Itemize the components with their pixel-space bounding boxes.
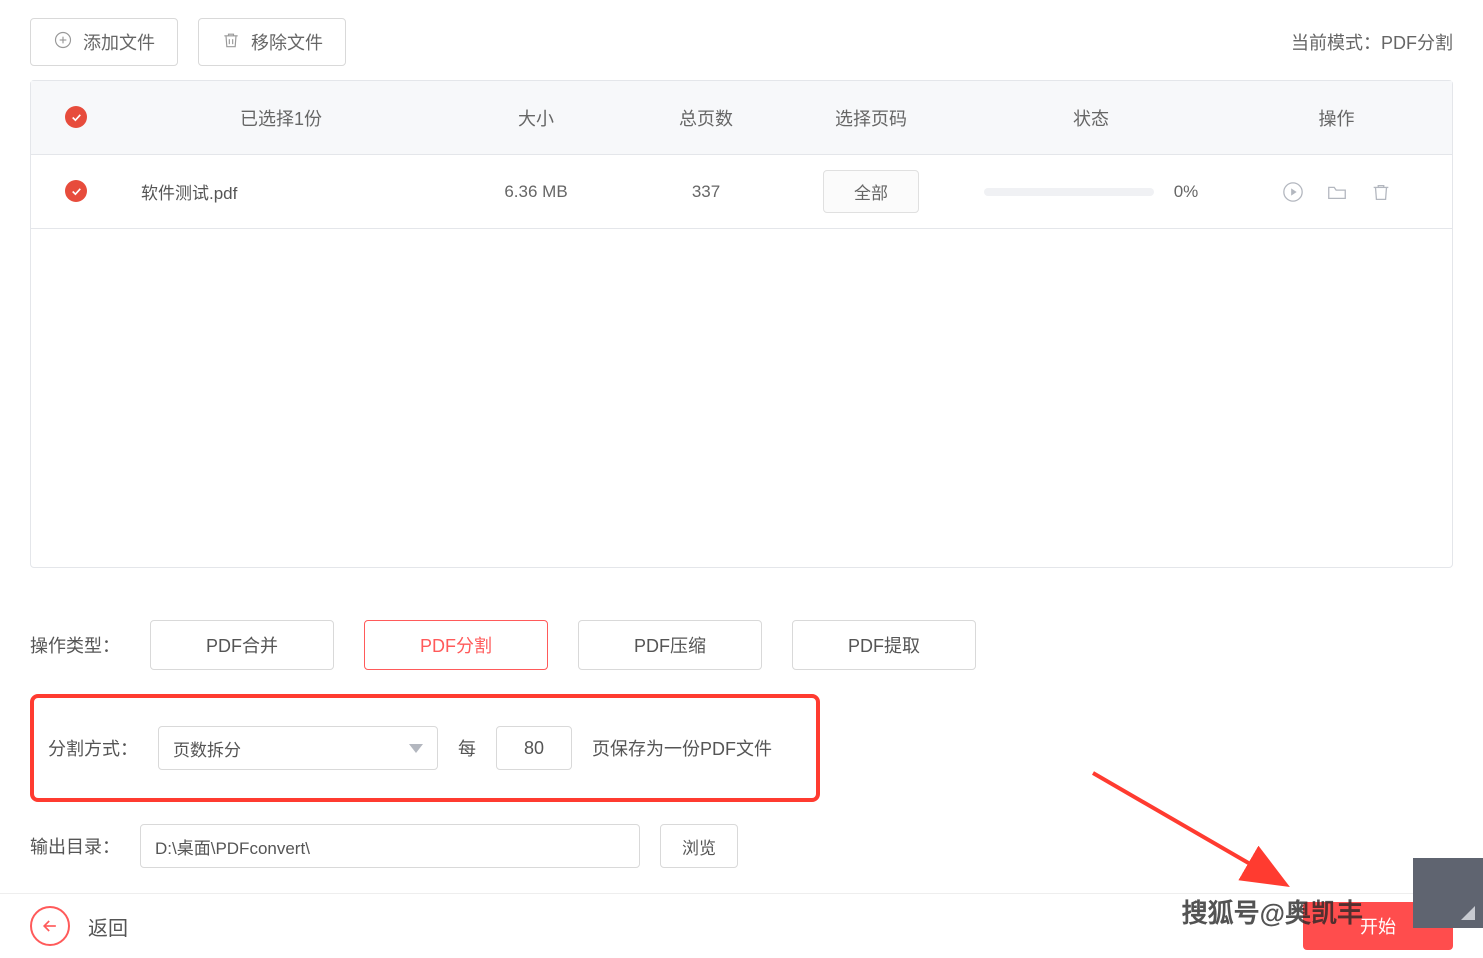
footer-bar: 返回 开始 [0,893,1483,958]
back-button[interactable]: 返回 [30,906,128,946]
split-method-value: 页数拆分 [173,736,241,761]
delete-icon[interactable] [1370,181,1392,203]
header-size: 大小 [441,105,631,131]
progress-percent: 0% [1174,182,1199,202]
mode-value: PDF分割 [1381,33,1453,53]
header-select-pages: 选择页码 [781,105,961,131]
table-row: 软件测试.pdf 6.36 MB 337 全部 0% [31,155,1452,229]
check-row-icon[interactable] [65,180,87,202]
file-table: 已选择1份 大小 总页数 选择页码 状态 操作 软件测试.pdf 6.36 MB… [30,80,1453,568]
header-checkbox-cell[interactable] [31,106,121,129]
row-page-select-cell: 全部 [781,170,961,213]
progress-bar [984,188,1154,196]
output-dir-label: 输出目录： [30,833,120,859]
remove-file-label: 移除文件 [251,29,323,55]
table-header: 已选择1份 大小 总页数 选择页码 状态 操作 [31,81,1452,155]
output-path-input[interactable] [140,824,640,868]
split-method-label: 分割方式： [48,735,138,761]
current-mode-text: 当前模式：PDF分割 [1291,29,1453,55]
top-toolbar: 添加文件 移除文件 当前模式：PDF分割 [30,0,1453,80]
operation-type-row: 操作类型： PDF合并 PDF分割 PDF压缩 PDF提取 [30,620,1453,670]
add-file-button[interactable]: 添加文件 [30,18,178,66]
row-actions [1221,181,1452,203]
split-method-select[interactable]: 页数拆分 [158,726,438,770]
row-status-cell: 0% [961,182,1221,202]
remove-file-button[interactable]: 移除文件 [198,18,346,66]
row-pages: 337 [631,182,781,202]
folder-icon[interactable] [1326,181,1348,203]
row-size: 6.36 MB [441,182,631,202]
row-filename: 软件测试.pdf [121,179,441,204]
start-button[interactable]: 开始 [1303,902,1453,950]
play-icon[interactable] [1282,181,1304,203]
add-file-label: 添加文件 [83,29,155,55]
table-body: 软件测试.pdf 6.36 MB 337 全部 0% [31,155,1452,567]
header-status: 状态 [961,105,1221,131]
row-checkbox-cell[interactable] [31,180,121,203]
split-prefix-text: 每 [458,735,476,761]
header-actions: 操作 [1221,105,1452,131]
browse-button[interactable]: 浏览 [660,824,738,868]
split-method-highlight-box: 分割方式： 页数拆分 每 页保存为一份PDF文件 [30,694,820,802]
header-filename: 已选择1份 [121,105,441,131]
tab-pdf-merge[interactable]: PDF合并 [150,620,334,670]
mode-label: 当前模式： [1291,33,1381,53]
tab-pdf-split[interactable]: PDF分割 [364,620,548,670]
toolbar-left-group: 添加文件 移除文件 [30,18,346,66]
split-suffix-text: 页保存为一份PDF文件 [592,735,772,761]
output-dir-row: 输出目录： 浏览 [30,824,1453,868]
check-all-icon[interactable] [65,106,87,128]
op-type-label: 操作类型： [30,632,120,658]
chevron-down-icon [409,744,423,753]
tab-pdf-compress[interactable]: PDF压缩 [578,620,762,670]
trash-icon [221,30,241,55]
back-label: 返回 [88,912,128,941]
plus-circle-icon [53,30,73,55]
arrow-left-icon [30,906,70,946]
tab-pdf-extract[interactable]: PDF提取 [792,620,976,670]
page-택-select-button[interactable]: 全部 [823,170,919,213]
split-pages-input[interactable] [496,726,572,770]
header-pages: 总页数 [631,105,781,131]
